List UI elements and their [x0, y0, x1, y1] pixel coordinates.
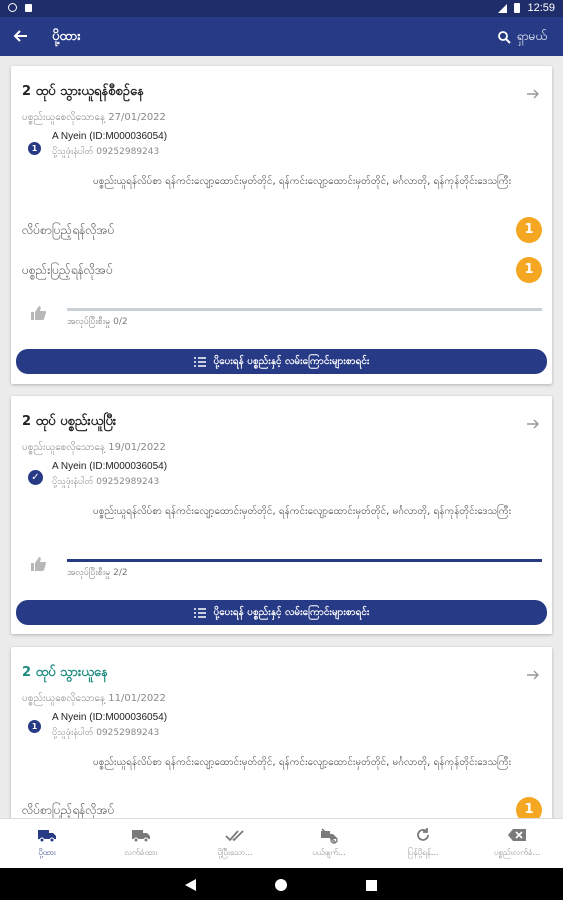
- list-icon: [193, 356, 206, 367]
- truck-icon: [132, 830, 150, 843]
- bottom-navigation: ပို့ထား လက်ခံထား ပို့ပြီးသော... ပယ်ဖျက်.…: [0, 818, 563, 868]
- step-number-icon: 1: [28, 142, 41, 155]
- double-check-icon: [225, 830, 244, 842]
- search-button[interactable]: ရှာမယ်: [497, 28, 547, 46]
- recents-square-icon[interactable]: [365, 877, 378, 896]
- nav-label: ပယ်ဖျက်...: [312, 848, 346, 857]
- count-badge[interactable]: 1: [516, 257, 542, 283]
- shipment-card[interactable]: 2 ထုပ် ပစ္စည်းယူပြီး ပစ္စည်းယူစေလိုသောနေ…: [11, 396, 552, 634]
- progress-bar: [67, 559, 542, 562]
- delivery-list-button[interactable]: ပို့ပေးရန် ပစ္စည်းနှင့် လမ်းကြောင်းများစ…: [16, 600, 547, 625]
- sender-name: A Nyein (ID:M000036054): [52, 461, 168, 472]
- sender-name: A Nyein (ID:M000036054): [52, 712, 168, 723]
- progress-bar: [67, 308, 542, 311]
- nav-item-sent[interactable]: ပို့ထား: [0, 819, 94, 869]
- card-title: 2 ထုပ် သွားယူနေ: [22, 665, 108, 680]
- button-label: ပို့ပေးရန် ပစ္စည်းနှင့် လမ်းကြောင်းများစ…: [213, 607, 370, 618]
- address-required-label: လိပ်စာပြည့်ရန်လိုအပ်: [22, 223, 115, 237]
- nav-item-item-received[interactable]: ပစ္စည်းလက်ခံ...: [470, 819, 563, 869]
- refresh-icon: [417, 828, 429, 841]
- page-title: ပို့ထား: [52, 29, 81, 44]
- status-bar: 12:59: [0, 0, 563, 17]
- count-badge[interactable]: 1: [516, 217, 542, 243]
- sender-name: A Nyein (ID:M000036054): [52, 131, 168, 142]
- nav-item-received[interactable]: လက်ခံထား: [94, 819, 188, 869]
- app-bar: ပို့ထား ရှာမယ်: [0, 17, 563, 56]
- nav-label: ပို့ပြီးသော...: [217, 848, 253, 857]
- pickup-date: ပစ္စည်းယူစေလိုသောနေ့ 27/01/2022: [22, 112, 166, 123]
- sender-phone: ပို့သူဖုံးနံပါတ် 09252989243: [52, 147, 160, 157]
- nav-item-cancelled[interactable]: ပယ်ဖျက်...: [282, 819, 376, 869]
- arrow-right-icon[interactable]: [526, 86, 540, 100]
- thumbs-up-icon: [30, 305, 47, 321]
- sender-phone: ပို့သူဖုံးနံပါတ် 09252989243: [52, 728, 160, 738]
- signal-icon: [498, 3, 508, 13]
- check-circle-icon: ✓: [28, 470, 43, 485]
- progress-fill: [67, 559, 542, 562]
- pickup-address: ပစ္စည်းယူရန်လိပ်စာ ရန်ကင်းလျော့ထောင်းမှတ…: [93, 506, 512, 517]
- count-badge[interactable]: 1: [516, 797, 542, 818]
- pickup-address: ပစ္စည်းယူရန်လိပ်စာ ရန်ကင်းလျော့ထောင်းမှတ…: [93, 757, 512, 768]
- lock-icon: [25, 4, 32, 12]
- card-title: 2 ထုပ် ပစ္စည်းယူပြီး: [22, 414, 117, 429]
- status-time: 12:59: [527, 2, 555, 14]
- system-navigation-bar: [0, 868, 563, 900]
- list-icon: [193, 607, 206, 618]
- battery-icon: [514, 3, 521, 13]
- backspace-icon: [508, 829, 526, 841]
- nav-label: ပို့ထား: [38, 848, 56, 857]
- nav-label: ပြန်ပို့ရန်...: [407, 848, 439, 857]
- search-label: ရှာမယ်: [516, 29, 547, 43]
- home-circle-icon[interactable]: [274, 877, 288, 896]
- pickup-date: ပစ္စည်းယူစေလိုသောနေ့ 11/01/2022: [22, 693, 166, 704]
- pickup-date: ပစ္စည်းယူစေလိုသောနေ့ 19/01/2022: [22, 442, 166, 453]
- search-icon: [497, 30, 511, 44]
- progress-text: အလုပ်ပြီးစီးမှု 2/2: [67, 568, 128, 578]
- address-required-label: လိပ်စာပြည့်ရန်လိုအပ်: [22, 803, 115, 817]
- step-number-icon: 1: [28, 720, 41, 733]
- truck-icon: [38, 830, 56, 843]
- truck-cancel-icon: [321, 828, 338, 844]
- card-title: 2 ထုပ် သွားယူရန်စီစဉ်နေ: [22, 84, 144, 99]
- shipment-list: 2 ထုပ် သွားယူရန်စီစဉ်နေ ပစ္စည်းယူစေလိုသေ…: [0, 56, 563, 818]
- notification-icon: [8, 3, 17, 12]
- thumbs-up-icon: [30, 556, 47, 572]
- arrow-right-icon[interactable]: [526, 667, 540, 681]
- back-triangle-icon[interactable]: [184, 877, 198, 896]
- nav-item-return[interactable]: ပြန်ပို့ရန်...: [376, 819, 470, 869]
- back-arrow-icon[interactable]: [12, 28, 30, 46]
- nav-label: လက်ခံထား: [124, 848, 158, 857]
- arrow-right-icon[interactable]: [526, 416, 540, 430]
- shipment-card[interactable]: 2 ထုပ် သွားယူနေ ပစ္စည်းယူစေလိုသောနေ့ 11/…: [11, 647, 552, 818]
- sender-phone: ပို့သူဖုံးနံပါတ် 09252989243: [52, 477, 160, 487]
- shipment-card[interactable]: 2 ထုပ် သွားယူရန်စီစဉ်နေ ပစ္စည်းယူစေလိုသေ…: [11, 66, 552, 384]
- delivery-list-button[interactable]: ပို့ပေးရန် ပစ္စည်းနှင့် လမ်းကြောင်းများစ…: [16, 349, 547, 374]
- progress-text: အလုပ်ပြီးစီးမှု 0/2: [67, 317, 128, 327]
- item-required-label: ပစ္စည်းပြည့်ရန်လိုအပ်: [22, 263, 113, 277]
- nav-item-delivered[interactable]: ပို့ပြီးသော...: [188, 819, 282, 869]
- nav-label: ပစ္စည်းလက်ခံ...: [493, 848, 541, 857]
- pickup-address: ပစ္စည်းယူရန်လိပ်စာ ရန်ကင်းလျော့ထောင်းမှတ…: [93, 176, 512, 187]
- button-label: ပို့ပေးရန် ပစ္စည်းနှင့် လမ်းကြောင်းများစ…: [213, 356, 370, 367]
